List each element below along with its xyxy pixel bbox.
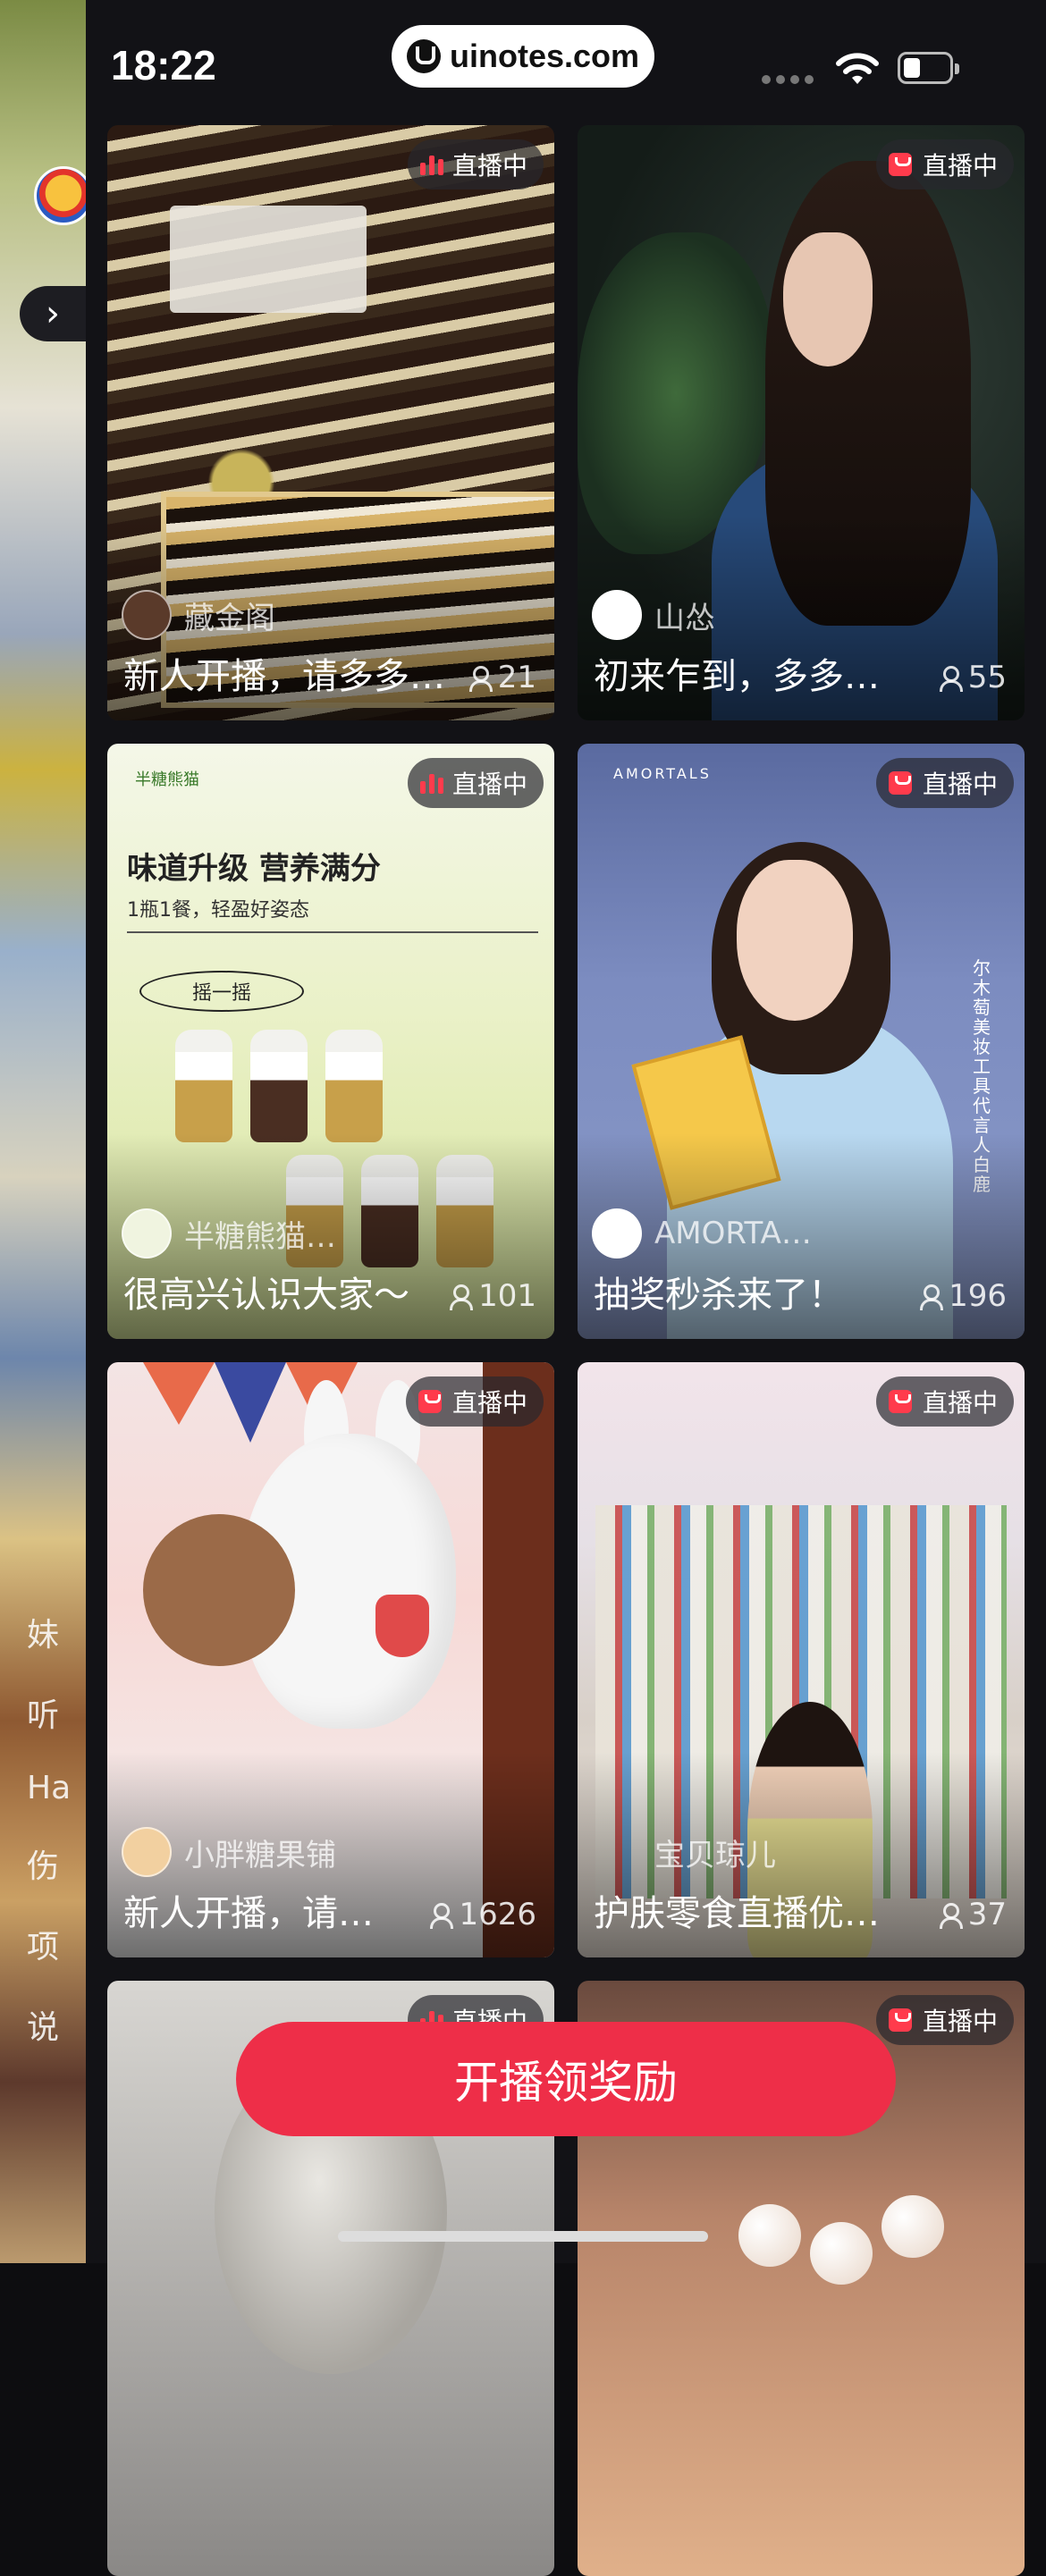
promo-heading: 味道升级 营养满分: [127, 851, 381, 887]
brand-logo: 半糖熊猫: [135, 770, 199, 789]
collapse-panel-button[interactable]: ›: [20, 286, 86, 341]
viewers-icon: [920, 1284, 944, 1310]
live-card[interactable]: 半糖熊猫 味道升级 营养满分 1瓶1餐，轻盈好姿态 摇一摇 直播中 半糖熊猫… …: [107, 744, 554, 1339]
wifi-icon: [836, 53, 879, 84]
url-text: uinotes.com: [449, 38, 640, 74]
live-card[interactable]: AMORTALS 尔木萄美妆工具代言人 白鹿 直播中 AMORTA… 抽奖秒杀来…: [578, 744, 1025, 1339]
status-time: 18:22: [111, 42, 216, 88]
live-bars-icon: [419, 154, 443, 175]
viewer-count: 101: [450, 1278, 536, 1314]
live-title: 新人开播，请多多…: [123, 656, 445, 697]
background-text: 项: [27, 1929, 60, 1966]
start-live-reward-button[interactable]: 开播领奖励: [236, 2022, 896, 2136]
live-title: 护肤零食直播优…: [594, 1893, 880, 1934]
live-badge: 直播中: [407, 758, 544, 808]
viewer-count: 21: [468, 660, 536, 695]
shopping-bag-icon: [888, 1390, 912, 1413]
background-text: 说: [27, 2009, 60, 2046]
background-text: 妹: [27, 1617, 60, 1654]
promo-subheading: 1瓶1餐，轻盈好姿态: [127, 899, 309, 922]
sticker-avatar: [34, 166, 93, 225]
site-logo-icon: [406, 39, 441, 73]
shopping-bag-icon: [888, 771, 912, 795]
background-comment-texts: 妹 听 Ha 伤 项 说: [27, 1609, 71, 2082]
background-text: Ha: [27, 1770, 72, 1806]
streamer-info: 宝贝琼儿: [592, 1827, 776, 1877]
background-text: 听: [27, 1697, 60, 1734]
viewers-icon: [468, 666, 493, 692]
live-badge: 直播中: [875, 1376, 1014, 1427]
avatar: [122, 1208, 172, 1259]
live-badge: 直播中: [875, 758, 1014, 808]
shopping-bag-icon: [888, 2008, 912, 2032]
home-indicator[interactable]: [338, 2231, 708, 2242]
chevron-right-icon: ›: [46, 293, 60, 334]
live-title: 新人开播，请…: [123, 1893, 374, 1934]
streamer-info: 山怂: [592, 590, 715, 640]
url-pill: uinotes.com: [392, 25, 654, 88]
avatar: [122, 1827, 172, 1877]
live-badge: 直播中: [405, 1376, 544, 1427]
live-badge: 直播中: [875, 139, 1014, 189]
battery-icon: [898, 52, 959, 84]
viewers-icon: [939, 666, 963, 692]
viewers-icon: [450, 1284, 474, 1310]
avatar: [122, 590, 172, 640]
live-title: 抽奖秒杀来了！: [594, 1275, 844, 1316]
live-card[interactable]: 直播中 藏金阁 新人开播，请多多… 21: [107, 125, 554, 720]
streamer-info: 半糖熊猫…: [122, 1208, 336, 1259]
live-title: 初来乍到，多多…: [594, 656, 880, 697]
viewer-count: 1626: [430, 1897, 536, 1932]
streamer-info: AMORTA…: [592, 1208, 812, 1259]
viewers-icon: [430, 1903, 454, 1929]
avatar: [592, 1208, 642, 1259]
background-text: 伤: [27, 1848, 60, 1885]
avatar: [592, 1827, 642, 1877]
streamer-info: 藏金阁: [122, 590, 275, 640]
viewer-count: 196: [920, 1278, 1007, 1314]
promo-oval-label: 摇一摇: [139, 971, 304, 1012]
brand-logo: AMORTALS: [613, 765, 712, 782]
live-title: 很高兴认识大家～: [123, 1275, 409, 1316]
live-badge: 直播中: [407, 139, 544, 189]
live-badge: 直播中: [875, 1995, 1014, 2045]
viewer-count: 37: [939, 1897, 1007, 1932]
shopping-bag-icon: [418, 1390, 442, 1413]
streamer-info: 小胖糖果铺: [122, 1827, 336, 1877]
shopping-bag-icon: [888, 153, 912, 176]
viewers-icon: [939, 1903, 963, 1929]
signal-icon: [762, 75, 814, 84]
avatar: [592, 590, 642, 640]
live-bars-icon: [419, 772, 443, 794]
viewer-count: 55: [939, 660, 1007, 695]
live-card[interactable]: 直播中 宝贝琼儿 护肤零食直播优… 37: [578, 1362, 1025, 1957]
live-card[interactable]: 直播中 小胖糖果铺 新人开播，请… 1626: [107, 1362, 554, 1957]
live-card[interactable]: 直播中 山怂 初来乍到，多多… 55: [578, 125, 1025, 720]
